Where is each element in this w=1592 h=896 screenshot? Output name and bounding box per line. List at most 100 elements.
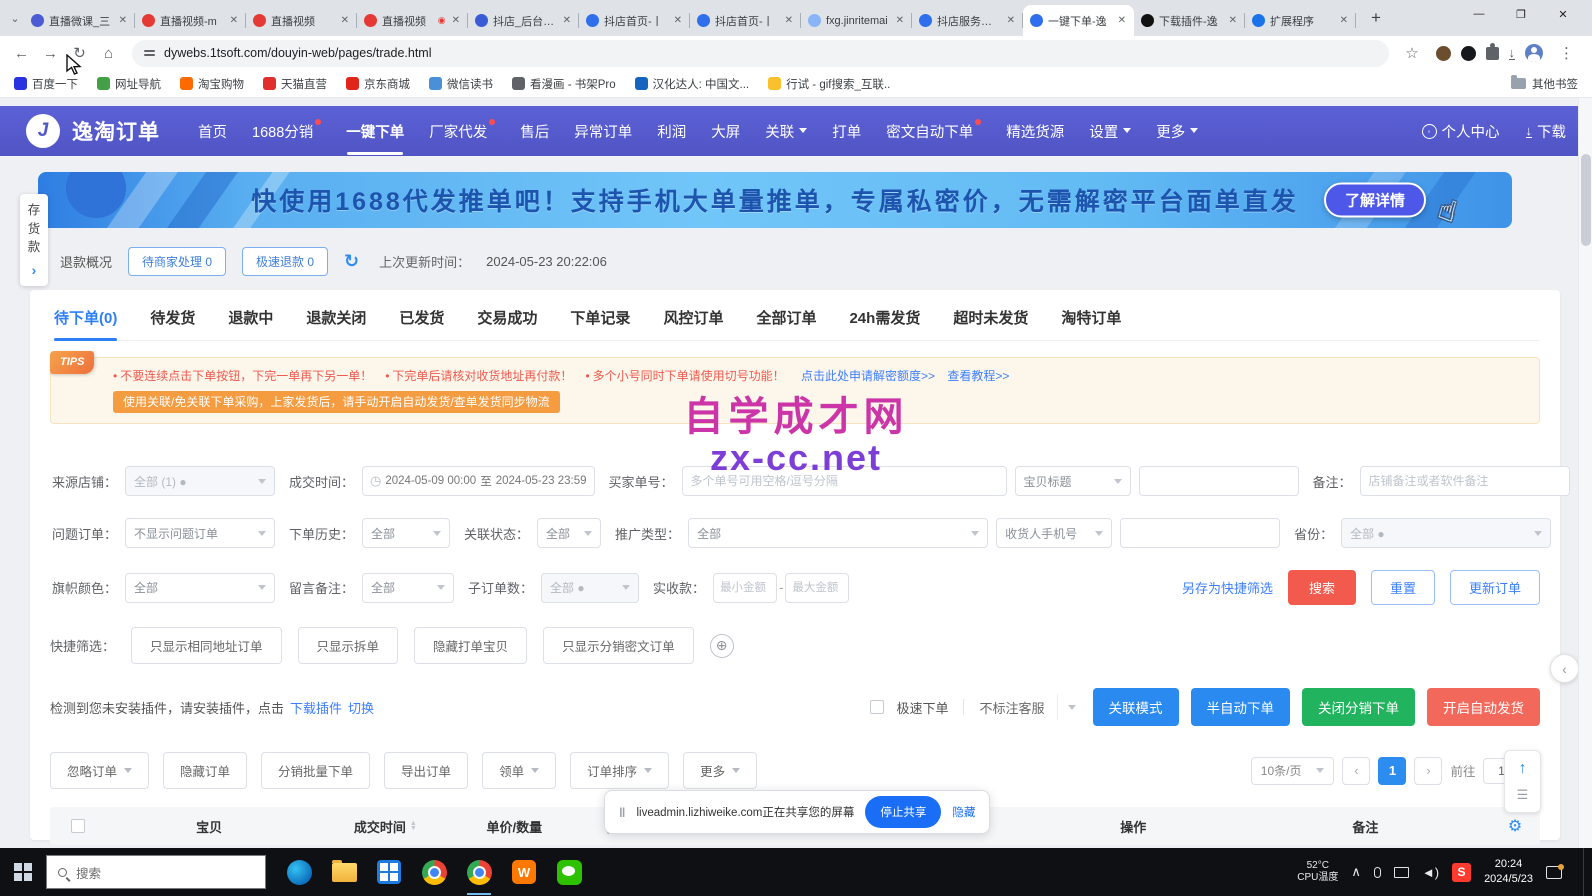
current-page-button[interactable]: 1 — [1378, 757, 1406, 785]
taskbar-app-wps-icon[interactable]: W — [509, 849, 539, 895]
taskbar-search[interactable]: 搜索 — [46, 855, 266, 889]
maximize-button[interactable]: ❐ — [1500, 0, 1542, 28]
nav-item-更多[interactable]: 更多 — [1156, 121, 1198, 142]
bookmark-item[interactable]: 淘宝购物 — [180, 76, 244, 92]
downloads-icon[interactable]: ↓ — [1509, 47, 1516, 60]
prev-page-button[interactable]: ‹ — [1342, 757, 1370, 785]
order-tab-交易成功[interactable]: 交易成功 — [477, 307, 537, 340]
toolbar-button-忽略订单[interactable]: 忽略订单 — [50, 752, 149, 789]
browser-tab[interactable]: 一键下单-逸✕ — [1023, 5, 1134, 36]
nav-item-首页[interactable]: 首页 — [198, 121, 227, 142]
tab-close-icon[interactable]: ✕ — [1339, 15, 1349, 26]
sogou-input-icon[interactable]: S — [1452, 863, 1471, 882]
filter-input[interactable] — [1139, 466, 1299, 496]
page-scrollbar[interactable] — [1578, 98, 1592, 848]
apply-decrypt-link[interactable]: 点击此处申请解密额度>> — [801, 369, 935, 383]
filter-select[interactable]: 全部 ● — [541, 573, 639, 603]
filter-select[interactable]: 收货人手机号 — [996, 518, 1112, 548]
order-tab-已发货[interactable]: 已发货 — [399, 307, 444, 340]
order-tab-淘特订单[interactable]: 淘特订单 — [1061, 307, 1121, 340]
tab-search-icon[interactable]: ⌄ — [6, 12, 24, 25]
filter-select[interactable]: 全部 — [125, 573, 275, 603]
taskbar-app-explorer-icon[interactable] — [329, 849, 359, 895]
next-page-button[interactable]: › — [1414, 757, 1442, 785]
toolbar-button-隐藏订单[interactable]: 隐藏订单 — [163, 752, 247, 789]
mode-button-关闭分销下单[interactable]: 关闭分销下单 — [1302, 688, 1415, 726]
taskbar-app-edge-icon[interactable] — [284, 849, 314, 895]
tab-close-icon[interactable]: ✕ — [784, 15, 794, 26]
switch-plugin-link[interactable]: 切换 — [348, 698, 374, 717]
fast-order-checkbox[interactable] — [870, 700, 884, 714]
banner-cta-button[interactable]: 了解详情 — [1324, 183, 1426, 218]
filter-select[interactable]: 全部 — [362, 573, 454, 603]
toolbar-button-领单[interactable]: 领单 — [482, 752, 556, 789]
site-info-icon[interactable] — [144, 50, 155, 56]
bookmark-star-icon[interactable]: ☆ — [1399, 40, 1426, 67]
tab-close-icon[interactable]: ✕ — [1117, 15, 1127, 26]
expand-arrow-icon[interactable]: › — [32, 262, 37, 280]
toolbar-button-更多[interactable]: 更多 — [683, 752, 757, 789]
browser-menu-icon[interactable]: ⋮ — [1553, 40, 1580, 67]
browser-tab[interactable]: 直播视频✕ — [246, 5, 357, 36]
filter-select[interactable]: 全部 — [688, 518, 988, 548]
filter-select[interactable]: 全部 — [537, 518, 601, 548]
min-amount-input[interactable] — [713, 573, 777, 603]
quick-filter-chip[interactable]: 只显示分销密文订单 — [543, 627, 694, 664]
hide-share-link[interactable]: 隐藏 — [952, 804, 975, 820]
taskbar-clock[interactable]: 20:24 2024/5/23 — [1484, 857, 1533, 887]
bookmark-item[interactable]: 网址导航 — [97, 76, 161, 92]
pending-merchant-chip[interactable]: 待商家处理 0 — [128, 247, 226, 276]
order-tab-风控订单[interactable]: 风控订单 — [663, 307, 723, 340]
taskbar-app-chrome-icon[interactable] — [419, 849, 449, 895]
quick-filter-chip[interactable]: 只显示相同地址订单 — [131, 627, 282, 664]
browser-tab[interactable]: 直播视频-m✕ — [135, 5, 246, 36]
browser-tab[interactable]: 直播微课_三✕ — [24, 5, 135, 36]
browser-tab[interactable]: 抖店服务市场✕ — [912, 5, 1023, 36]
nav-item-利润[interactable]: 利润 — [657, 121, 686, 142]
extensions-puzzle-icon[interactable] — [1486, 47, 1499, 60]
tab-close-icon[interactable]: ✕ — [895, 15, 905, 26]
tab-close-icon[interactable]: ✕ — [118, 15, 128, 26]
order-tab-超时未发货[interactable]: 超时未发货 — [953, 307, 1028, 340]
back-to-top-icon[interactable]: ↑ — [1519, 760, 1527, 778]
refresh-icon[interactable]: ↻ — [344, 251, 359, 272]
bookmark-item[interactable]: 天猫直营 — [263, 76, 327, 92]
date-range-input[interactable]: ◷2024-05-09 00:00至2024-05-23 23:59 — [362, 466, 594, 496]
taskbar-app-store-icon[interactable] — [374, 849, 404, 895]
nav-item-大屏[interactable]: 大屏 — [711, 121, 740, 142]
page-size-select[interactable]: 10条/页 — [1251, 757, 1335, 785]
address-bar[interactable]: dywebs.1tsoft.com/douyin-web/pages/trade… — [132, 40, 1389, 67]
speaker-icon[interactable]: ◄) — [1422, 865, 1439, 880]
reset-button[interactable]: 重置 — [1371, 570, 1435, 605]
gear-icon[interactable]: ⚙ — [1508, 816, 1522, 836]
view-tutorial-link[interactable]: 查看教程>> — [947, 369, 1009, 383]
display-icon[interactable] — [1394, 867, 1409, 878]
scrollbar-thumb[interactable] — [1581, 154, 1591, 246]
browser-tab[interactable]: 直播视频◉✕ — [357, 5, 468, 36]
forward-button[interactable]: → — [37, 40, 64, 67]
nav-item-设置[interactable]: 设置 — [1089, 121, 1131, 142]
max-amount-input[interactable] — [785, 573, 849, 603]
tab-close-icon[interactable]: ✕ — [340, 15, 350, 26]
search-button[interactable]: 搜索 — [1288, 570, 1356, 605]
bookmark-item[interactable]: 行试 - gif搜索_互联.. — [768, 76, 890, 92]
tab-close-icon[interactable]: ✕ — [451, 15, 461, 26]
bookmark-item[interactable]: 微信读书 — [429, 76, 493, 92]
nav-item-一键下单[interactable]: 一键下单 — [346, 121, 404, 142]
sort-icon[interactable]: ▲▼ — [410, 821, 417, 831]
order-tab-24h需发货[interactable]: 24h需发货 — [849, 307, 920, 340]
browser-tab[interactable]: 抖店_后台中心✕ — [468, 5, 579, 36]
tab-close-icon[interactable]: ✕ — [562, 15, 572, 26]
order-tab-待下单(0)[interactable]: 待下单(0) — [54, 307, 117, 340]
chevron-down-icon[interactable] — [1057, 694, 1081, 720]
service-mark-select[interactable]: 不标注客服 — [979, 698, 1044, 717]
profile-avatar[interactable] — [1525, 44, 1543, 62]
bookmark-item[interactable]: 京东商城 — [346, 76, 410, 92]
browser-tab[interactable]: 下载插件-逸✕ — [1134, 5, 1245, 36]
new-tab-button[interactable]: + — [1364, 8, 1388, 28]
nav-item-关联[interactable]: 关联 — [765, 121, 807, 142]
minimize-button[interactable]: — — [1458, 0, 1500, 28]
select-all-checkbox[interactable] — [71, 819, 85, 833]
tab-close-icon[interactable]: ✕ — [229, 15, 239, 26]
mode-button-半自动下单[interactable]: 半自动下单 — [1191, 688, 1291, 726]
